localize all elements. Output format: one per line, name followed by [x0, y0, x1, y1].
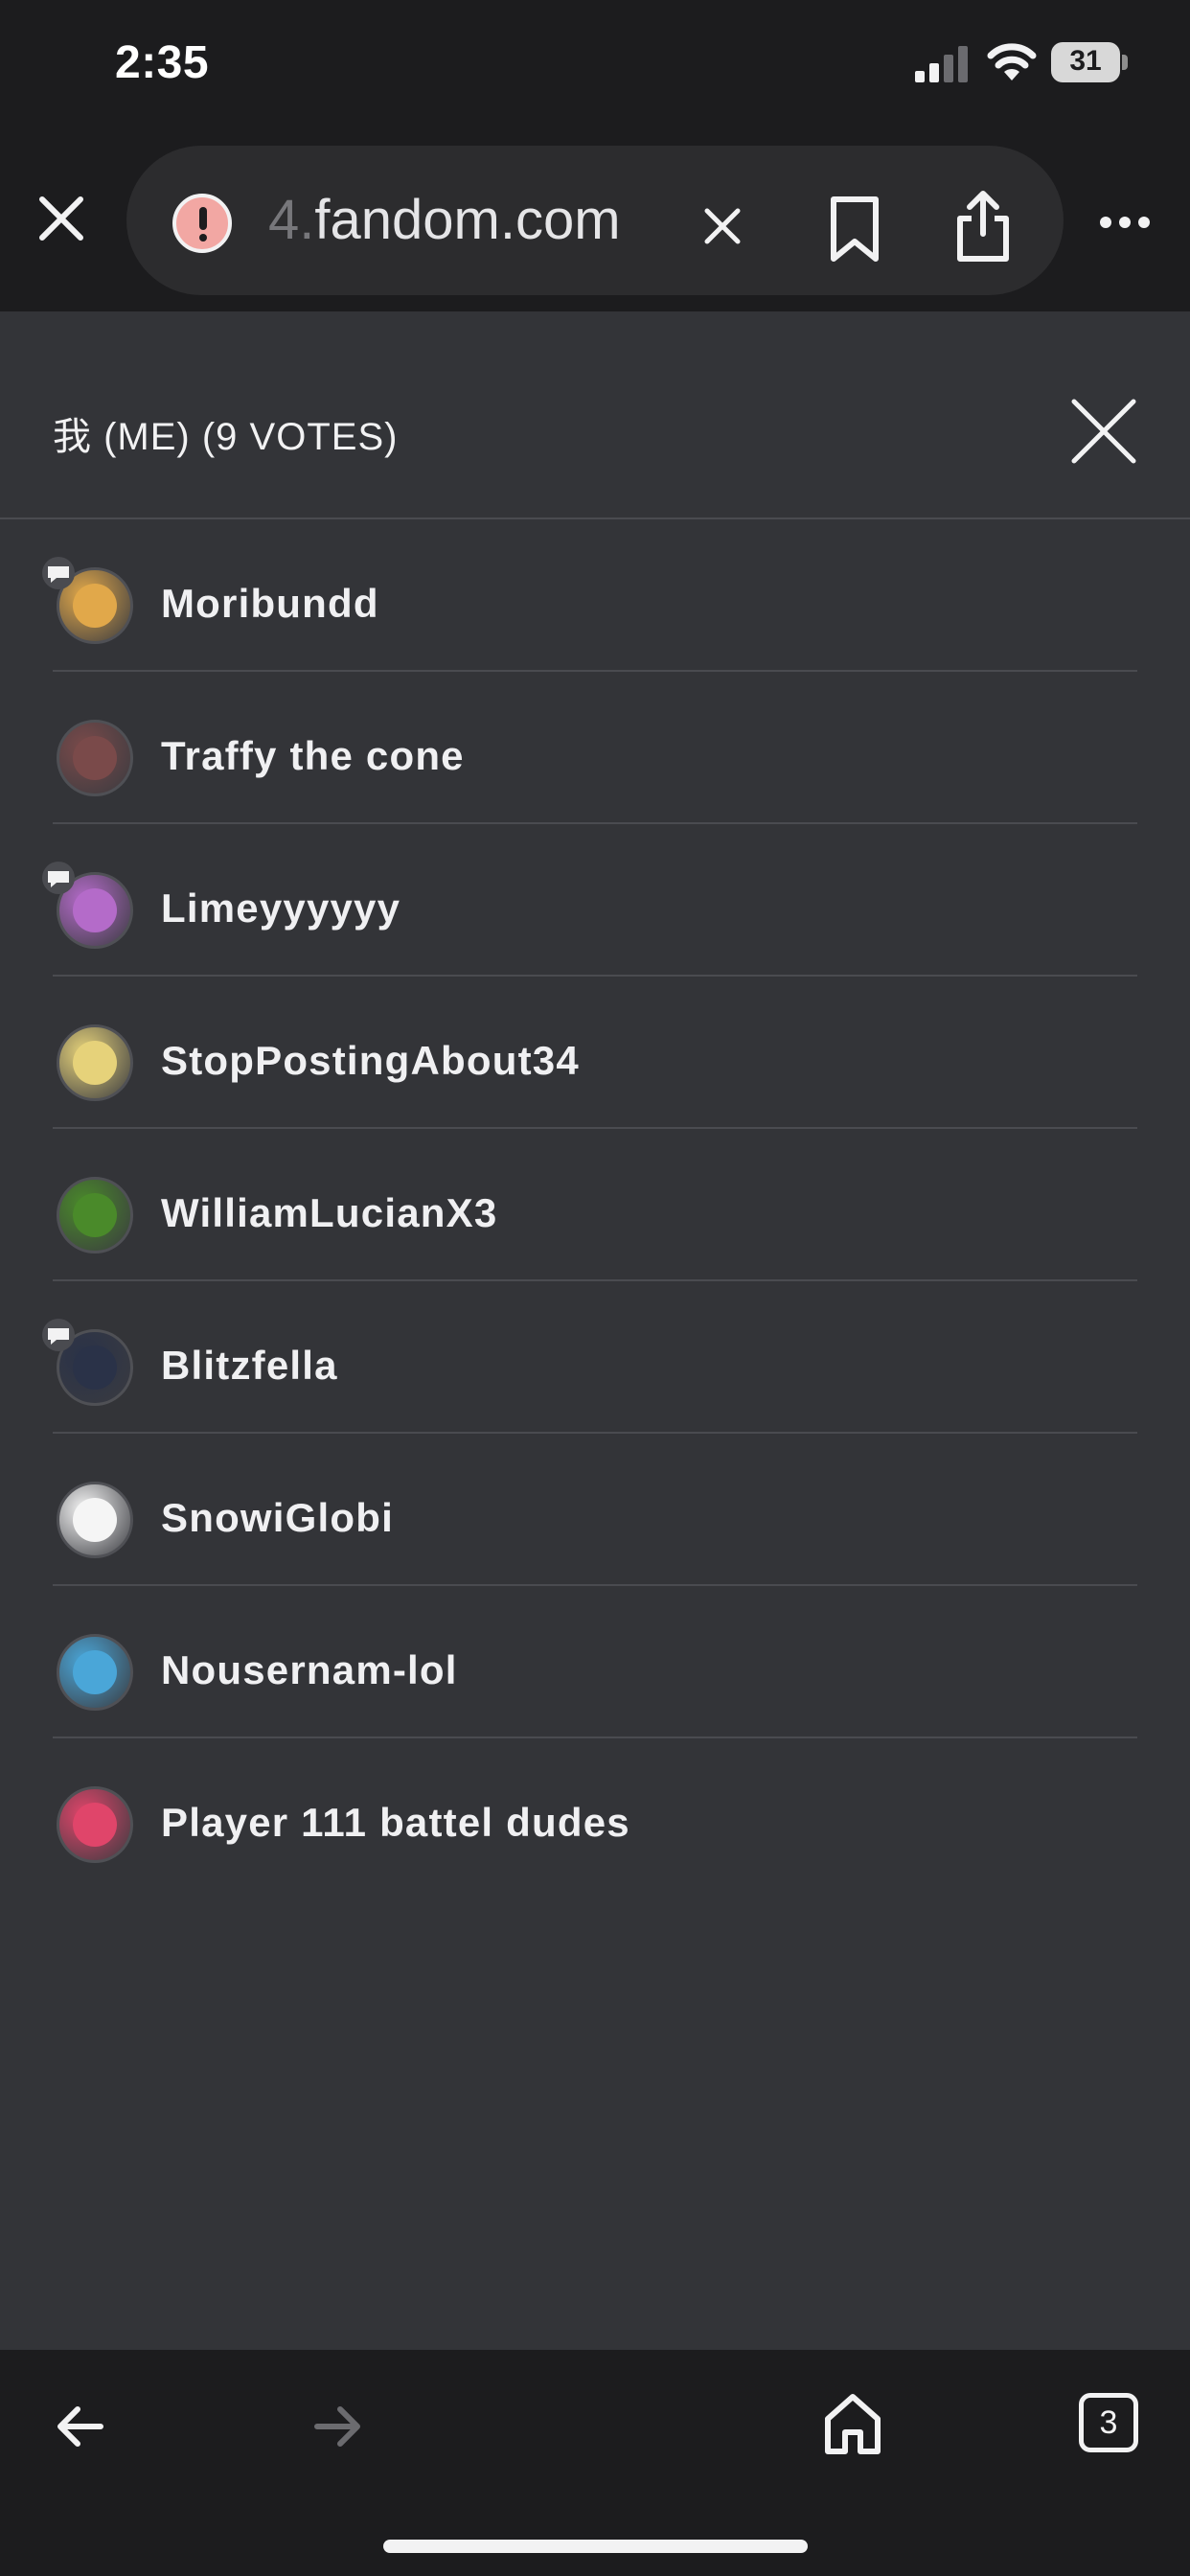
- avatar-image: [73, 1650, 117, 1694]
- tabs-button[interactable]: 3: [1079, 2393, 1138, 2452]
- bottom-toolbar: 3: [0, 2350, 1190, 2576]
- browser-toolbar: 4.fandom.com: [0, 134, 1190, 311]
- avatar-image: [73, 736, 117, 780]
- speech-badge-icon: [42, 1319, 75, 1351]
- battery-tip: [1122, 55, 1128, 70]
- voter-row[interactable]: Nousernam-lol: [53, 1586, 1137, 1738]
- close-icon[interactable]: [36, 194, 86, 243]
- battery-icon: 31: [1051, 42, 1128, 82]
- voter-row[interactable]: WilliamLucianX3: [53, 1129, 1137, 1281]
- voter-name[interactable]: SnowiGlobi: [161, 1495, 394, 1541]
- speech-badge-icon: [42, 557, 75, 589]
- address-bar[interactable]: 4.fandom.com: [126, 146, 1064, 295]
- modal-title: 我 (ME) (9 VOTES): [53, 416, 399, 458]
- voter-row[interactable]: Limeyyyyyy: [42, 824, 1137, 977]
- share-icon[interactable]: [954, 190, 1012, 263]
- battery-level: 31: [1069, 45, 1102, 77]
- avatar-image: [73, 888, 117, 932]
- voter-name[interactable]: Traffy the cone: [161, 733, 465, 779]
- voter-row[interactable]: Traffy the cone: [53, 672, 1137, 824]
- avatar[interactable]: [57, 1177, 133, 1254]
- url-text[interactable]: 4.fandom.com: [268, 188, 621, 252]
- voter-name[interactable]: WilliamLucianX3: [161, 1190, 497, 1236]
- modal-close-icon[interactable]: [1070, 398, 1137, 465]
- voter-name[interactable]: Moribundd: [161, 581, 379, 627]
- voter-list: Moribundd Traffy the cone Limeyyyyyy Sto…: [42, 519, 1137, 1891]
- avatar[interactable]: [57, 1482, 133, 1558]
- voter-row[interactable]: SnowiGlobi: [53, 1434, 1137, 1586]
- home-icon[interactable]: [822, 2392, 883, 2455]
- status-time: 2:35: [115, 37, 210, 88]
- avatar[interactable]: [57, 1634, 133, 1711]
- avatar-image: [73, 584, 117, 628]
- speech-badge-icon: [42, 862, 75, 894]
- avatar[interactable]: [57, 720, 133, 796]
- avatar[interactable]: [57, 1786, 133, 1863]
- status-bar: 2:35 31: [0, 0, 1190, 134]
- modal-header: 我 (ME) (9 VOTES): [0, 311, 1190, 519]
- avatar-image: [73, 1346, 117, 1390]
- not-secure-warning-icon[interactable]: [172, 194, 232, 253]
- forward-arrow-icon[interactable]: [311, 2400, 365, 2453]
- clear-url-icon[interactable]: [703, 207, 742, 245]
- voter-name[interactable]: StopPostingAbout34: [161, 1038, 580, 1084]
- avatar-image: [73, 1498, 117, 1542]
- avatar-image: [73, 1803, 117, 1847]
- back-arrow-icon[interactable]: [53, 2400, 106, 2453]
- url-prefix: 4.: [268, 189, 315, 251]
- avatar[interactable]: [57, 1024, 133, 1101]
- voter-row[interactable]: Player 111 battel dudes: [53, 1738, 1137, 1891]
- home-indicator[interactable]: [383, 2540, 808, 2553]
- avatar-image: [73, 1041, 117, 1085]
- voter-name[interactable]: Nousernam-lol: [161, 1647, 458, 1693]
- more-options-icon[interactable]: [1098, 215, 1152, 230]
- voter-row[interactable]: StopPostingAbout34: [53, 977, 1137, 1129]
- url-domain: fandom.com: [314, 189, 621, 251]
- cellular-signal-icon: [915, 46, 968, 82]
- voter-row[interactable]: Moribundd: [42, 519, 1137, 672]
- voter-name[interactable]: Limeyyyyyy: [161, 886, 400, 932]
- voter-name[interactable]: Blitzfella: [161, 1343, 338, 1389]
- wifi-icon: [987, 43, 1037, 80]
- voter-name[interactable]: Player 111 battel dudes: [161, 1800, 630, 1846]
- avatar-image: [73, 1193, 117, 1237]
- bookmark-icon[interactable]: [828, 196, 881, 263]
- votes-modal: 我 (ME) (9 VOTES) Moribundd Traffy the co…: [0, 311, 1190, 2350]
- voter-row[interactable]: Blitzfella: [42, 1281, 1137, 1434]
